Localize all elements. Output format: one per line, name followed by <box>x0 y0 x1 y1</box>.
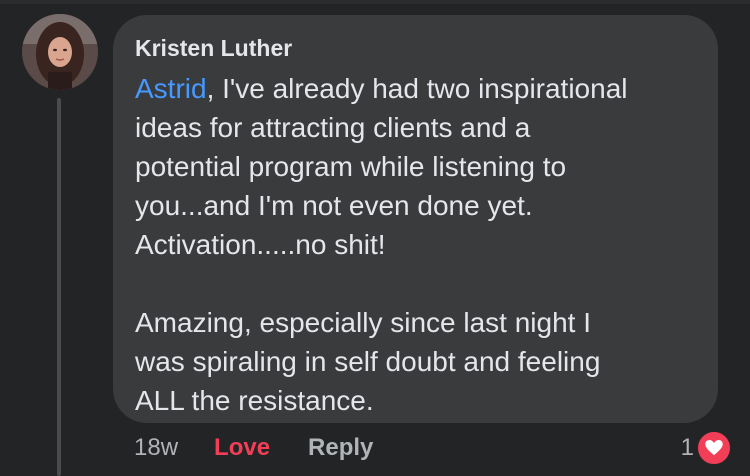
reaction-summary[interactable]: 1 <box>681 430 732 466</box>
comment-actions: 18w Love Reply <box>134 430 373 466</box>
comment-thread: Kristen Luther Astrid, I've already had … <box>0 0 750 476</box>
comment-text: Astrid, I've already had two inspiration… <box>135 69 696 420</box>
heart-icon <box>696 430 732 466</box>
reaction-count: 1 <box>680 434 694 461</box>
divider <box>0 0 750 4</box>
comment-bubble: Kristen Luther Astrid, I've already had … <box>113 15 718 423</box>
comment-timestamp[interactable]: 18w <box>134 434 178 462</box>
thread-line <box>57 98 61 476</box>
reply-button[interactable]: Reply <box>308 434 373 462</box>
mention-link[interactable]: Astrid <box>135 73 207 104</box>
avatar[interactable] <box>22 14 98 90</box>
comment-author[interactable]: Kristen Luther <box>135 33 696 63</box>
avatar-photo <box>22 14 98 90</box>
comment-body: , I've already had two inspirational ide… <box>135 73 628 416</box>
love-button[interactable]: Love <box>214 434 270 462</box>
